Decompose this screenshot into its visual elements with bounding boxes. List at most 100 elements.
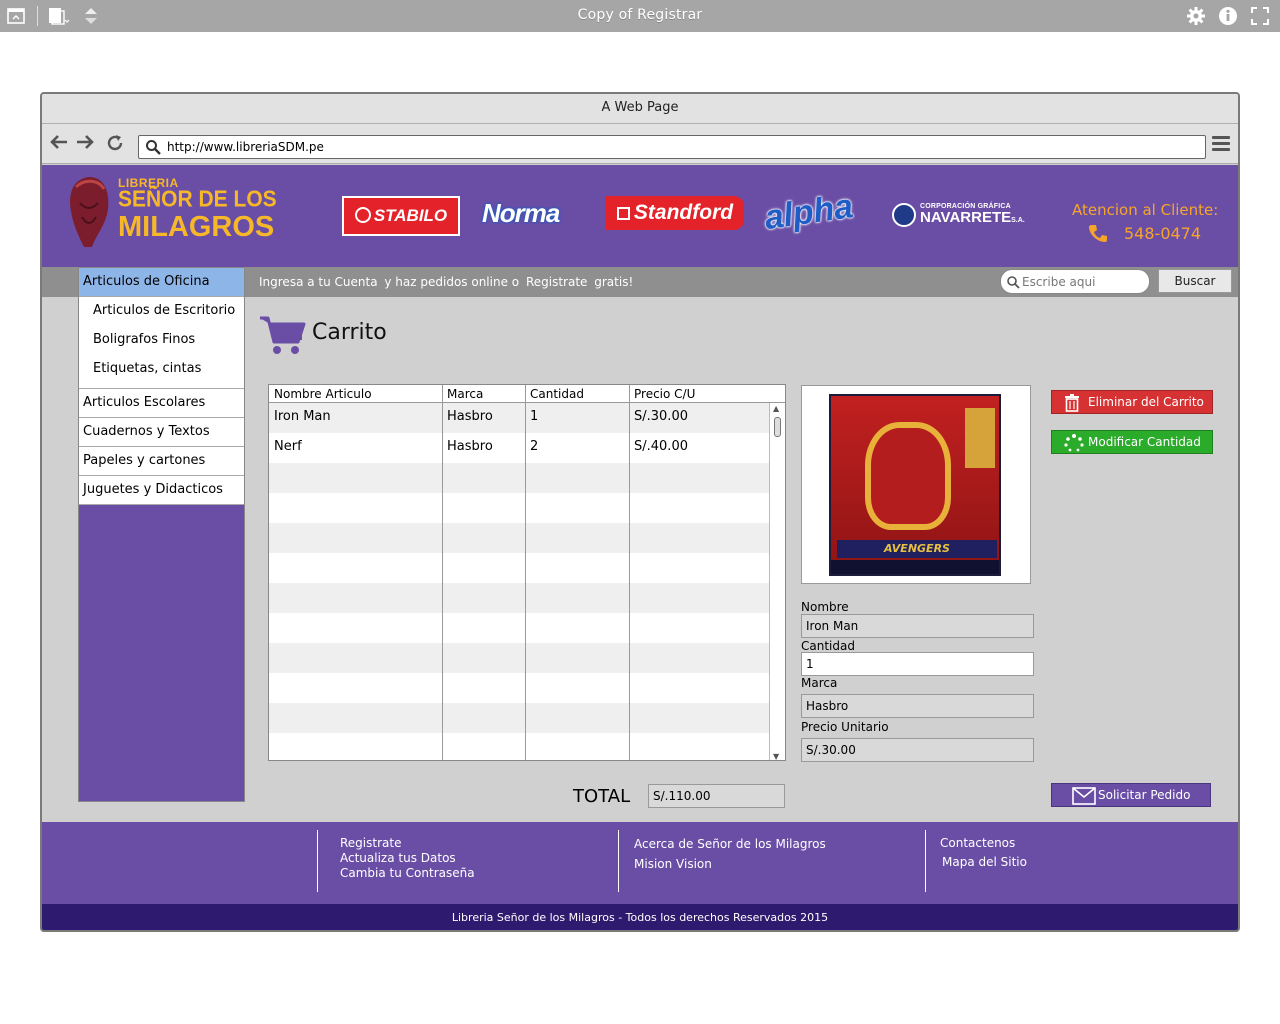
table-row bbox=[269, 553, 771, 583]
app-title-bar: Copy of Registrar bbox=[0, 0, 1280, 32]
submit-order-button[interactable]: Solicitar Pedido bbox=[1051, 783, 1211, 807]
scroll-thumb[interactable] bbox=[774, 417, 781, 437]
site-header: LIBRERIA SEÑOR DE LOS MILAGROS STABILO N… bbox=[42, 165, 1238, 267]
price-field[interactable]: S/.30.00 bbox=[801, 738, 1034, 762]
customer-service-label: Atencion al Cliente: bbox=[1072, 201, 1219, 219]
footer-link-about[interactable]: Acerca de Señor de los Milagros bbox=[634, 837, 826, 851]
app-title: Copy of Registrar bbox=[577, 7, 703, 23]
browser-window: A Web Page http://www.libreriaSDM.pe LIB… bbox=[40, 92, 1240, 932]
standford-square-icon bbox=[616, 207, 630, 220]
table-row bbox=[269, 703, 771, 733]
remove-from-cart-button[interactable]: Eliminar del Carrito bbox=[1051, 390, 1213, 414]
qty-label: Cantidad bbox=[801, 639, 855, 653]
table-scrollbar[interactable]: ▲ ▼ bbox=[769, 403, 785, 760]
brand-norma[interactable]: Norma bbox=[482, 190, 590, 230]
footer-link-register[interactable]: Registrate bbox=[340, 836, 401, 850]
footer-link-change-password[interactable]: Cambia tu Contraseña bbox=[340, 866, 475, 880]
table-row bbox=[269, 463, 771, 493]
column-divider bbox=[629, 385, 630, 760]
copyright-bar: Libreria Señor de los Milagros - Todos l… bbox=[42, 904, 1238, 930]
column-header-name[interactable]: Nombre Articulo bbox=[269, 385, 442, 403]
brand-stabilo[interactable]: STABILO bbox=[342, 196, 460, 236]
column-header-price[interactable]: Precio C/U bbox=[629, 385, 785, 403]
search-placeholder: Escribe aqui bbox=[1022, 275, 1096, 289]
footer-link-update-data[interactable]: Actualiza tus Datos bbox=[340, 851, 456, 865]
total-label: TOTAL bbox=[573, 786, 631, 807]
browser-title: A Web Page bbox=[42, 94, 1238, 124]
sidebar-item-papeles[interactable]: Papeles y cartones bbox=[79, 447, 244, 476]
customer-service-phone: 548-0474 bbox=[1124, 224, 1202, 243]
search-input[interactable]: Escribe aqui bbox=[1000, 269, 1150, 294]
logo-line2: SEÑOR DE LOS bbox=[118, 186, 277, 213]
trash-icon bbox=[1064, 394, 1080, 419]
scroll-down-icon[interactable]: ▼ bbox=[773, 752, 779, 760]
envelope-icon bbox=[1072, 787, 1096, 812]
table-row bbox=[269, 673, 771, 703]
sidebar-item-articulos-oficina[interactable]: Articulos de Oficina bbox=[79, 268, 244, 297]
brand-standford[interactable]: Standford bbox=[606, 196, 744, 230]
sidebar-item-cuadernos[interactable]: Cuadernos y Textos bbox=[79, 418, 244, 447]
fullscreen-icon[interactable] bbox=[1250, 6, 1270, 26]
hamburger-menu-icon[interactable] bbox=[1212, 136, 1230, 152]
url-input[interactable]: http://www.libreriaSDM.pe bbox=[138, 135, 1206, 159]
gear-icon[interactable] bbox=[1186, 6, 1206, 26]
search-button[interactable]: Buscar bbox=[1158, 269, 1232, 293]
product-box-label: AVENGERS bbox=[837, 540, 997, 558]
product-box-image: AVENGERS bbox=[829, 394, 1001, 576]
spinner-icon bbox=[1064, 434, 1084, 459]
brand-field[interactable]: Hasbro bbox=[801, 694, 1034, 718]
back-arrow-icon[interactable] bbox=[50, 134, 68, 154]
footer-link-mission[interactable]: Mision Vision bbox=[634, 857, 712, 871]
category-sidebar: Articulos de Oficina Articulos de Escrit… bbox=[78, 267, 245, 802]
site-footer: Registrate Actualiza tus Datos Cambia tu… bbox=[42, 822, 1238, 904]
column-header-qty[interactable]: Cantidad bbox=[525, 385, 629, 403]
sidebar-item-articulos-escritorio[interactable]: Articulos de Escritorio bbox=[79, 297, 244, 326]
brand-label: Marca bbox=[801, 676, 838, 690]
product-image: AVENGERS bbox=[801, 385, 1031, 584]
total-field[interactable]: S/.110.00 bbox=[648, 784, 785, 808]
table-row bbox=[269, 643, 771, 673]
column-divider bbox=[442, 385, 443, 760]
brand-alpha[interactable]: alpha bbox=[762, 182, 873, 237]
name-field[interactable]: Iron Man bbox=[801, 614, 1034, 638]
modify-quantity-button[interactable]: Modificar Cantidad bbox=[1051, 430, 1213, 454]
table-row bbox=[269, 613, 771, 643]
footer-link-contact[interactable]: Contactenos bbox=[940, 836, 1015, 850]
table-row bbox=[269, 583, 771, 613]
swan-icon bbox=[354, 207, 371, 223]
search-icon bbox=[145, 139, 161, 159]
reload-icon[interactable] bbox=[106, 134, 124, 156]
table-row[interactable]: Nerf Hasbro 2 S/.40.00 bbox=[269, 433, 771, 463]
footer-divider bbox=[317, 830, 318, 892]
sidebar-item-juguetes[interactable]: Juguetes y Didacticos bbox=[79, 476, 244, 505]
name-label: Nombre bbox=[801, 600, 849, 614]
forward-arrow-icon[interactable] bbox=[76, 134, 94, 154]
info-icon[interactable] bbox=[1218, 6, 1238, 26]
sidebar-item-etiquetas[interactable]: Etiquetas, cintas bbox=[79, 355, 244, 389]
phone-icon bbox=[1088, 223, 1108, 248]
table-row[interactable]: Iron Man Hasbro 1 S/.30.00 bbox=[269, 403, 771, 433]
sidebar-item-boligrafos[interactable]: Boligrafos Finos bbox=[79, 326, 244, 355]
column-header-brand[interactable]: Marca bbox=[442, 385, 525, 403]
search-icon bbox=[1006, 274, 1020, 293]
hulkbuster-figure bbox=[865, 422, 951, 530]
price-label: Precio Unitario bbox=[801, 720, 889, 734]
login-link[interactable]: Ingresa a tu Cuenta bbox=[256, 275, 381, 289]
cart-icon bbox=[258, 314, 306, 360]
cart-table: Nombre Articulo Marca Cantidad Precio C/… bbox=[268, 384, 786, 761]
brand-navarrete[interactable]: CORPORACIÓN GRÁFICA NAVARRETES.A. bbox=[890, 203, 1040, 243]
scroll-up-icon[interactable]: ▲ bbox=[773, 404, 779, 413]
table-row bbox=[269, 523, 771, 553]
footer-divider bbox=[618, 830, 619, 892]
table-row bbox=[269, 493, 771, 523]
logo-christ-icon[interactable] bbox=[62, 173, 116, 253]
footer-link-sitemap[interactable]: Mapa del Sitio bbox=[942, 855, 1027, 869]
url-text: http://www.libreriaSDM.pe bbox=[167, 140, 324, 154]
qty-field[interactable]: 1 bbox=[801, 652, 1034, 676]
sidebar-item-articulos-escolares[interactable]: Articulos Escolares bbox=[79, 389, 244, 418]
register-link[interactable]: Registrate bbox=[523, 275, 590, 289]
strip-message: Ingresa a tu Cuenta y haz pedidos online… bbox=[256, 275, 633, 289]
footer-divider bbox=[925, 830, 926, 892]
table-row bbox=[269, 733, 771, 760]
column-divider bbox=[525, 385, 526, 760]
